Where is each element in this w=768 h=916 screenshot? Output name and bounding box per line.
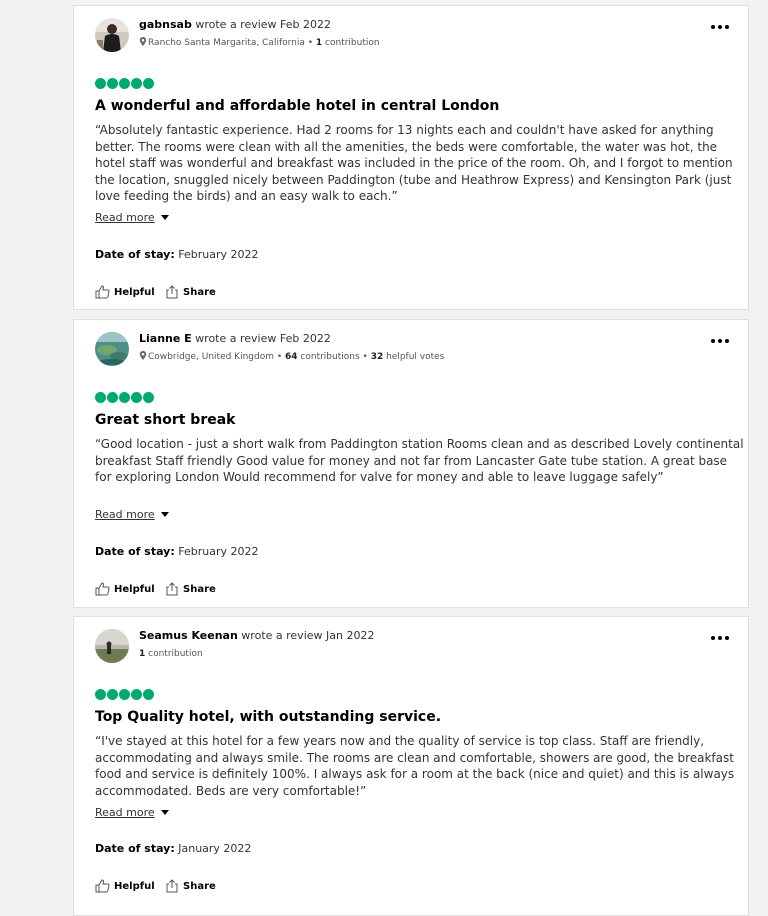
share-button[interactable]: Share <box>165 879 216 893</box>
helpful-votes-label: helpful votes <box>383 352 445 362</box>
review-body: “I've stayed at this hotel for a few yea… <box>95 734 735 798</box>
share-button[interactable]: Share <box>165 285 216 299</box>
date-of-stay-label: Date of stay: <box>95 545 175 558</box>
reviewer-name[interactable]: Seamus Keenan <box>139 629 238 642</box>
date-of-stay-value: February 2022 <box>174 545 259 558</box>
review-title[interactable]: Great short break <box>95 411 235 429</box>
caret-down-icon <box>160 810 169 815</box>
date-of-stay: Date of stay: January 2022 <box>95 842 251 856</box>
location-pin-icon <box>139 351 147 360</box>
helpful-votes-count: 32 <box>370 352 384 362</box>
share-icon <box>166 879 178 893</box>
reviewer-line: Lianne E wrote a review Feb 2022 <box>139 332 331 346</box>
contribution-count: 64 <box>285 352 298 362</box>
review-action-text: wrote a review Jan 2022 <box>237 629 375 642</box>
share-label: Share <box>183 286 216 298</box>
rating-bubble <box>119 78 130 89</box>
caret-down-icon <box>160 215 169 220</box>
rating-bubble <box>131 78 142 89</box>
thumbs-up-icon <box>95 582 110 596</box>
review-action-text: wrote a review Feb 2022 <box>191 332 331 345</box>
share-label: Share <box>183 880 216 892</box>
thumbs-up-icon <box>95 285 110 299</box>
helpful-label: Helpful <box>114 286 155 298</box>
date-of-stay-label: Date of stay: <box>95 842 175 855</box>
helpful-label: Helpful <box>114 880 155 892</box>
rating-bubble <box>143 689 154 700</box>
more-options-icon[interactable] <box>711 338 729 344</box>
helpful-button[interactable]: Helpful <box>95 285 155 299</box>
more-options-icon[interactable] <box>711 24 729 30</box>
contribution-label: contributions <box>297 352 360 362</box>
reviewer-line: Seamus Keenan wrote a review Jan 2022 <box>139 629 374 643</box>
bubble-rating <box>95 78 154 89</box>
contribution-label: contribution <box>145 649 203 659</box>
review-title[interactable]: A wonderful and affordable hotel in cent… <box>95 97 499 115</box>
read-more-label: Read more <box>95 806 155 819</box>
avatar[interactable] <box>95 18 129 52</box>
reviewer-meta: 1 contribution <box>139 648 203 660</box>
rating-bubble <box>143 392 154 403</box>
date-of-stay-value: January 2022 <box>174 842 252 855</box>
share-button[interactable]: Share <box>165 582 216 596</box>
contribution-label: contribution <box>322 38 380 48</box>
review-body: “Absolutely fantastic experience. Had 2 … <box>95 123 733 204</box>
read-more-link[interactable]: Read more <box>95 508 169 522</box>
date-of-stay-label: Date of stay: <box>95 248 175 261</box>
reviewer-location: Cowbridge, United Kingdom <box>148 352 274 362</box>
share-label: Share <box>183 583 216 595</box>
thumbs-up-icon <box>95 879 110 893</box>
location-pin-icon <box>139 37 147 46</box>
rating-bubble <box>95 78 106 89</box>
date-of-stay-value: February 2022 <box>174 248 259 261</box>
meta-separator: • <box>274 352 286 362</box>
read-more-label: Read more <box>95 508 155 521</box>
reviewer-line: gabnsab wrote a review Feb 2022 <box>139 18 331 32</box>
read-more-label: Read more <box>95 211 155 224</box>
meta-separator: • <box>359 352 371 362</box>
rating-bubble <box>131 392 142 403</box>
read-more-link[interactable]: Read more <box>95 806 169 820</box>
rating-bubble <box>107 392 118 403</box>
reviewer-meta: Cowbridge, United Kingdom • 64 contribut… <box>139 351 444 363</box>
rating-bubble <box>95 689 106 700</box>
rating-bubble <box>95 392 106 403</box>
review-card: Seamus Keenan wrote a review Jan 2022 1 … <box>73 616 749 916</box>
review-card: gabnsab wrote a review Feb 2022 Rancho S… <box>73 5 749 310</box>
helpful-label: Helpful <box>114 583 155 595</box>
avatar[interactable] <box>95 629 129 663</box>
bubble-rating <box>95 392 154 403</box>
share-icon <box>166 285 178 299</box>
rating-bubble <box>119 689 130 700</box>
rating-bubble <box>107 689 118 700</box>
helpful-button[interactable]: Helpful <box>95 879 155 893</box>
review-card: Lianne E wrote a review Feb 2022 Cowbrid… <box>73 319 749 608</box>
meta-separator: • <box>304 38 316 48</box>
helpful-button[interactable]: Helpful <box>95 582 155 596</box>
more-options-icon[interactable] <box>711 635 729 641</box>
review-action-text: wrote a review Feb 2022 <box>191 18 332 31</box>
rating-bubble <box>131 689 142 700</box>
read-more-link[interactable]: Read more <box>95 211 169 225</box>
rating-bubble <box>143 78 154 89</box>
rating-bubble <box>119 392 130 403</box>
rating-bubble <box>107 78 118 89</box>
date-of-stay: Date of stay: February 2022 <box>95 248 258 262</box>
reviewer-meta: Rancho Santa Margarita, California • 1 c… <box>139 37 380 49</box>
reviewer-name[interactable]: Lianne E <box>139 332 192 345</box>
share-icon <box>166 582 178 596</box>
avatar[interactable] <box>95 332 129 366</box>
caret-down-icon <box>160 512 169 517</box>
review-title[interactable]: Top Quality hotel, with outstanding serv… <box>95 708 441 726</box>
reviewer-location: Rancho Santa Margarita, California <box>148 38 305 48</box>
reviewer-name[interactable]: gabnsab <box>139 18 192 31</box>
review-body: “Good location - just a short walk from … <box>95 437 744 485</box>
date-of-stay: Date of stay: February 2022 <box>95 545 258 559</box>
bubble-rating <box>95 689 154 700</box>
